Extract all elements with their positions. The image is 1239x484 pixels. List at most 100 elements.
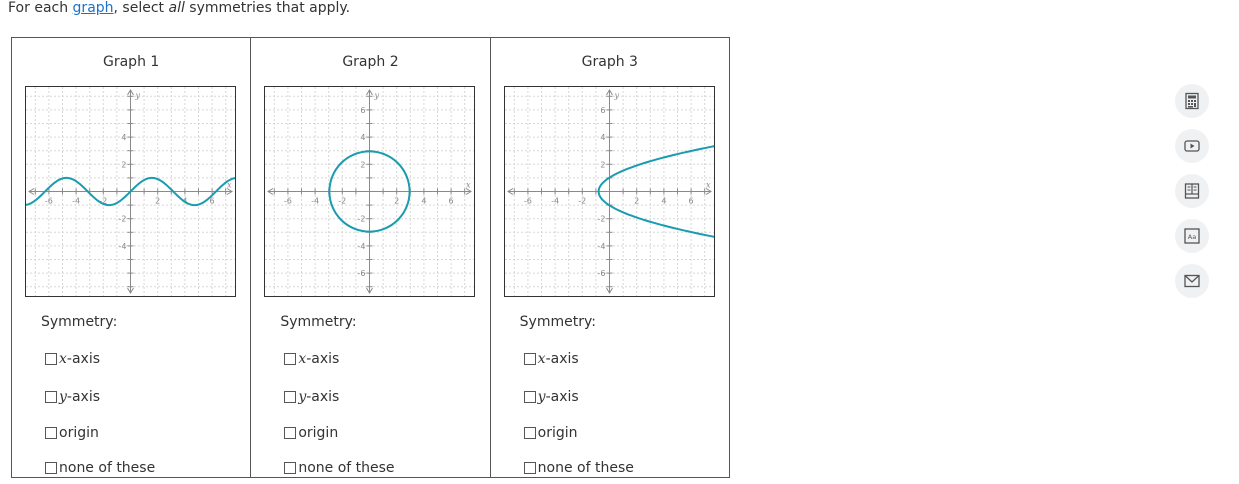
- y-tick-label: -2: [358, 215, 366, 224]
- option-label: none of these: [537, 460, 634, 476]
- y-axis-label: y: [135, 91, 141, 100]
- graph-cell-2: Graph 2 -6 -4 -2 2 4 6 6 4 2 -2 -4 -6 x y Symmetry: x…: [251, 38, 491, 477]
- option-y-axis[interactable]: y -axis: [523, 389, 579, 405]
- option-label: origin: [59, 425, 99, 441]
- option-var: x: [59, 351, 67, 367]
- y-axis-label: y: [374, 91, 380, 100]
- x-tick-label: 4: [422, 197, 427, 206]
- graph-cell-3: Graph 3 -6 -4 -2 2 4 6 6 4 2 -2 -4 -6 x y Symmetry: x…: [491, 38, 729, 477]
- svg-text:Aa: Aa: [1188, 233, 1196, 241]
- graph-title: Graph 1: [103, 54, 160, 70]
- option-none[interactable]: none of these: [284, 460, 395, 476]
- y-tick-label: -4: [119, 242, 127, 251]
- x-tick-label: 6: [449, 197, 454, 206]
- option-var: y: [298, 389, 307, 405]
- graph-2-plot: -6 -4 -2 2 4 6 6 4 2 -2 -4 -6 x y: [264, 86, 476, 297]
- symmetry-label: Symmetry:: [519, 314, 596, 330]
- y-tick-label: 2: [121, 160, 126, 169]
- y-tick-label: 6: [600, 106, 605, 115]
- option-origin[interactable]: origin: [284, 425, 338, 441]
- option-label: -axis: [545, 389, 579, 405]
- option-label: origin: [298, 425, 339, 441]
- option-label: origin: [537, 425, 578, 441]
- x-tick-label: -6: [284, 197, 292, 206]
- option-var: y: [537, 389, 546, 405]
- graph-3-svg: -6 -4 -2 2 4 6 6 4 2 -2 -4 -6 x y: [504, 87, 714, 296]
- y-tick-label: -4: [358, 242, 366, 251]
- y-tick-label: 4: [121, 133, 126, 142]
- graph-title: Graph 2: [342, 54, 399, 70]
- option-none[interactable]: none of these: [45, 460, 155, 476]
- glossary-icon[interactable]: Aa: [1175, 219, 1209, 253]
- y-tick-label: 2: [361, 160, 366, 169]
- y-tick-label: 4: [600, 133, 605, 142]
- email-icon[interactable]: [1175, 264, 1209, 298]
- checkbox[interactable]: [45, 462, 57, 474]
- instructions-suffix: symmetries that apply.: [184, 0, 351, 16]
- tool-sidebar: Aa: [1175, 84, 1213, 309]
- option-origin[interactable]: origin: [45, 425, 99, 441]
- y-tick-label: 4: [361, 133, 366, 142]
- checkbox[interactable]: [284, 353, 297, 365]
- option-label: -axis: [306, 351, 340, 367]
- checkbox[interactable]: [45, 391, 57, 403]
- graph-title: Graph 3: [581, 54, 638, 70]
- option-var: x: [298, 351, 307, 367]
- x-axis-label: x: [706, 181, 711, 190]
- video-icon[interactable]: [1175, 129, 1209, 163]
- x-tick-label: -4: [551, 197, 559, 206]
- option-y-axis[interactable]: y -axis: [284, 389, 339, 405]
- option-y-axis[interactable]: y -axis: [45, 389, 100, 405]
- checkbox[interactable]: [45, 427, 57, 439]
- calculator-icon[interactable]: [1175, 84, 1209, 118]
- instructions: For each graph, select all symmetries th…: [8, 0, 350, 16]
- graph-2-svg: -6 -4 -2 2 4 6 6 4 2 -2 -4 -6 x y: [265, 87, 475, 296]
- x-tick-label: -4: [311, 197, 319, 206]
- x-tick-label: 4: [661, 197, 666, 206]
- y-tick-label: -2: [119, 215, 127, 224]
- instructions-prefix: For each: [8, 0, 73, 16]
- option-x-axis[interactable]: x -axis: [284, 351, 339, 367]
- graph-link[interactable]: graph: [73, 0, 114, 16]
- graphs-table: Graph 1 -6 -4 -2 2 4 6 4 2 -2 -4 x y Symmetry: x -ax…: [11, 37, 730, 478]
- checkbox[interactable]: [523, 391, 536, 403]
- x-tick-label: 6: [688, 197, 693, 206]
- x-tick-label: -2: [339, 197, 347, 206]
- checkbox[interactable]: [523, 353, 536, 365]
- option-var: x: [537, 351, 546, 367]
- y-axis-label: y: [613, 91, 619, 100]
- x-tick-label: 2: [155, 197, 160, 206]
- option-label: none of these: [298, 460, 395, 476]
- y-tick-label: -6: [597, 269, 605, 278]
- checkbox[interactable]: [284, 427, 297, 439]
- instructions-middle: , select: [113, 0, 169, 16]
- option-x-axis[interactable]: x -axis: [45, 351, 100, 367]
- checkbox[interactable]: [284, 462, 297, 474]
- x-tick-label: -2: [578, 197, 586, 206]
- option-label: -axis: [545, 351, 579, 367]
- checkbox[interactable]: [45, 353, 57, 365]
- ebook-icon[interactable]: [1175, 174, 1209, 208]
- option-x-axis[interactable]: x -axis: [523, 351, 579, 367]
- graph-cell-1: Graph 1 -6 -4 -2 2 4 6 4 2 -2 -4 x y Symmetry: x -ax…: [12, 38, 252, 477]
- checkbox[interactable]: [523, 427, 536, 439]
- y-tick-label: 6: [361, 106, 366, 115]
- checkbox[interactable]: [284, 391, 297, 403]
- option-none[interactable]: none of these: [523, 460, 634, 476]
- x-tick-label: -4: [72, 197, 80, 206]
- x-axis-label: x: [466, 181, 471, 190]
- option-label: -axis: [66, 351, 101, 367]
- checkbox[interactable]: [523, 462, 536, 474]
- option-label: -axis: [306, 389, 340, 405]
- x-tick-label: 2: [394, 197, 399, 206]
- option-label: -axis: [66, 389, 101, 405]
- option-origin[interactable]: origin: [523, 425, 578, 441]
- y-tick-label: -6: [358, 269, 366, 278]
- x-tick-label: -6: [45, 197, 53, 206]
- graph-1-plot: -6 -4 -2 2 4 6 4 2 -2 -4 x y: [25, 86, 236, 297]
- option-label: none of these: [59, 460, 156, 476]
- x-tick-label: -6: [524, 197, 532, 206]
- symmetry-label: Symmetry:: [280, 314, 357, 330]
- y-tick-label: 2: [600, 160, 605, 169]
- x-tick-label: 2: [634, 197, 639, 206]
